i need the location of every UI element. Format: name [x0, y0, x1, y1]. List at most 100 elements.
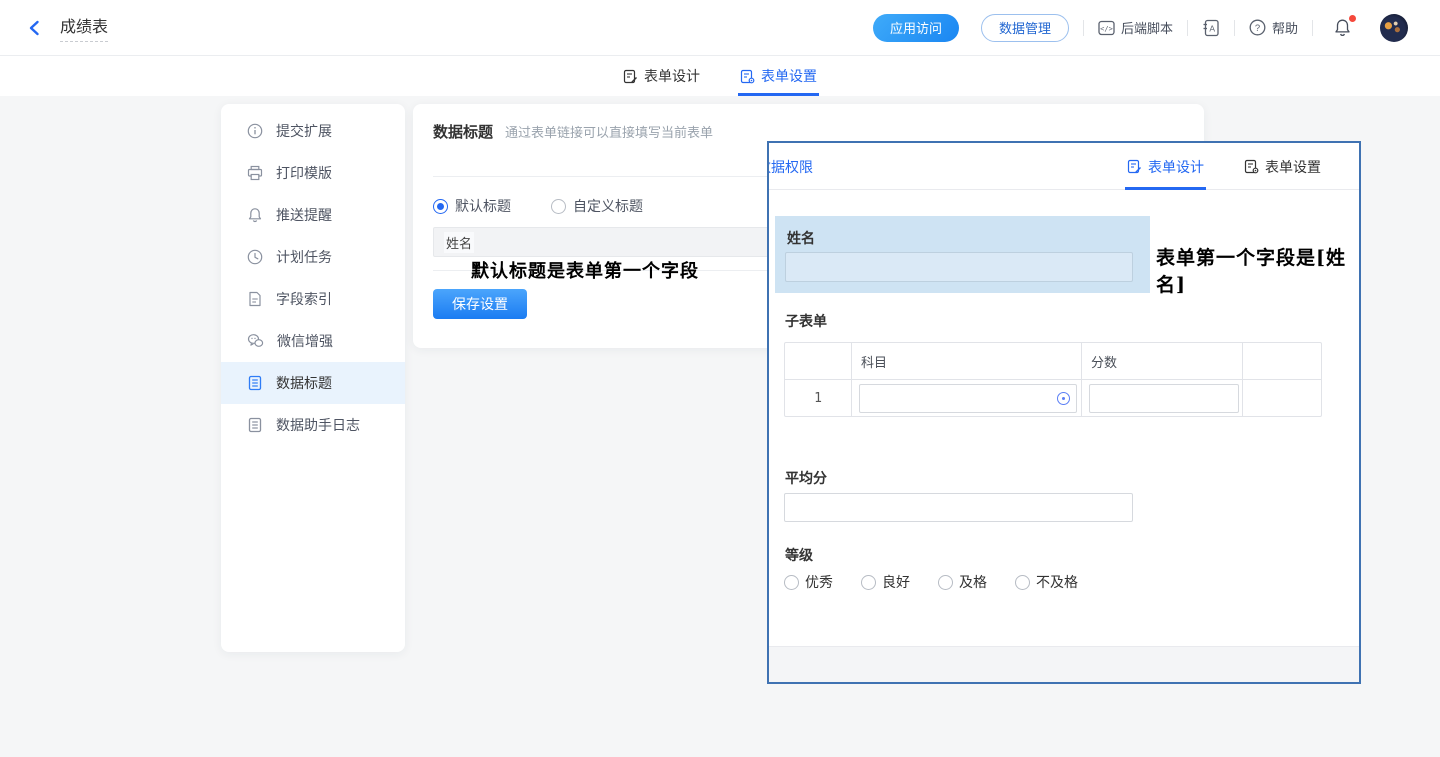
sidebar-item-field-index[interactable]: 字段索引: [221, 278, 405, 320]
info-icon: [247, 123, 263, 139]
radio-unselected-icon: [784, 575, 799, 590]
sidebar-item-label: 数据助手日志: [276, 415, 360, 435]
grade-option-excellent[interactable]: 优秀: [784, 572, 833, 592]
subform-row: 1: [785, 380, 1321, 416]
address-book-button[interactable]: A: [1202, 19, 1220, 37]
svg-text:</>: </>: [1100, 25, 1113, 33]
app-title: 成绩表: [60, 19, 108, 36]
sidebar-item-label: 数据标题: [276, 373, 332, 393]
subform-row-index: 1: [814, 391, 822, 406]
panel-subtitle: 通过表单链接可以直接填写当前表单: [505, 122, 713, 141]
svg-text:?: ?: [1255, 23, 1260, 34]
subform-row-extra: [1243, 380, 1321, 416]
app-title-editable[interactable]: 成绩表: [60, 13, 108, 42]
divider: [1187, 20, 1188, 36]
sidebar-item-label: 提交扩展: [276, 121, 332, 141]
select-option-icon[interactable]: [1057, 392, 1070, 405]
data-permission-link[interactable]: 数据权限: [767, 157, 813, 177]
name-field-label: 姓名: [787, 228, 815, 248]
app-access-button[interactable]: 应用访问: [873, 14, 959, 42]
subform-label: 子表单: [785, 311, 827, 331]
radio-unselected-icon: [551, 199, 566, 214]
average-label: 平均分: [785, 468, 827, 488]
backend-script-label: 后端脚本: [1121, 18, 1173, 37]
file-icon: [247, 291, 263, 307]
radio-custom-title[interactable]: 自定义标题: [551, 196, 643, 216]
settings-sidebar: 提交扩展 打印模版 推送提醒 计划任务 字段索引 微信增强 数据标题: [221, 104, 405, 652]
radio-unselected-icon: [938, 575, 953, 590]
form-preview-overlay: 数据权限 表单设计 表单设置 姓名 表单第一个字段是[姓名] 子表单: [767, 141, 1361, 684]
overlay-footer: [769, 646, 1359, 682]
sidebar-item-data-title[interactable]: 数据标题: [221, 362, 405, 404]
sidebar-item-label: 微信增强: [277, 331, 333, 351]
radio-default-title[interactable]: 默认标题: [433, 196, 511, 216]
name-field-highlight[interactable]: 姓名: [775, 216, 1150, 293]
doc-pencil-icon: [623, 69, 638, 84]
overlay-header: 数据权限 表单设计 表单设置: [769, 143, 1359, 190]
sidebar-item-print-template[interactable]: 打印模版: [221, 152, 405, 194]
back-button[interactable]: [26, 18, 46, 38]
radio-unselected-icon: [1015, 575, 1030, 590]
form-tab-bar: 表单设计 表单设置: [0, 56, 1440, 96]
sidebar-item-label: 字段索引: [276, 289, 332, 309]
name-field-input[interactable]: [785, 252, 1133, 282]
sidebar-item-submit-extension[interactable]: 提交扩展: [221, 110, 405, 152]
overlay-tab-form-design[interactable]: 表单设计: [1127, 143, 1204, 190]
question-icon: ?: [1249, 19, 1266, 36]
tab-form-design[interactable]: 表单设计: [623, 56, 700, 96]
user-avatar[interactable]: [1380, 14, 1408, 42]
divider: [1312, 20, 1313, 36]
subform-table: 科目 分数 1: [784, 342, 1322, 417]
backend-script-button[interactable]: </> 后端脚本: [1098, 18, 1173, 37]
overlay-tab-form-design-label: 表单设计: [1148, 157, 1204, 177]
top-bar: 成绩表 应用访问 数据管理 </> 后端脚本 A ? 帮助: [0, 0, 1440, 56]
data-manage-button[interactable]: 数据管理: [981, 14, 1069, 42]
bell-icon: [247, 207, 263, 223]
save-settings-button[interactable]: 保存设置: [433, 289, 527, 319]
list-doc-icon: [247, 417, 263, 433]
grade-option-label: 优秀: [805, 572, 833, 592]
printer-icon: [247, 165, 263, 181]
overlay-tab-form-settings[interactable]: 表单设置: [1244, 143, 1321, 190]
grade-option-label: 良好: [882, 572, 910, 592]
sidebar-item-data-assistant-log[interactable]: 数据助手日志: [221, 404, 405, 446]
tab-form-settings-label: 表单设置: [761, 66, 817, 86]
notification-dot: [1349, 15, 1356, 22]
subform-header-score: 分数: [1082, 343, 1243, 379]
code-icon: </>: [1098, 20, 1115, 36]
help-label: 帮助: [1272, 18, 1298, 37]
wechat-icon: [247, 333, 264, 349]
grade-option-fail[interactable]: 不及格: [1015, 572, 1078, 592]
subject-input[interactable]: [859, 384, 1077, 413]
doc-gear-icon: [1244, 159, 1259, 174]
grade-option-pass[interactable]: 及格: [938, 572, 987, 592]
sidebar-item-scheduled-task[interactable]: 计划任务: [221, 236, 405, 278]
sidebar-item-label: 推送提醒: [276, 205, 332, 225]
sidebar-item-label: 打印模版: [276, 163, 332, 183]
title-field-value: 姓名: [444, 232, 474, 253]
grade-option-good[interactable]: 良好: [861, 572, 910, 592]
score-input[interactable]: [1089, 384, 1239, 413]
help-button[interactable]: ? 帮助: [1249, 18, 1298, 37]
annotation-default-title: 默认标题是表单第一个字段: [471, 257, 699, 283]
annotation-first-field: 表单第一个字段是[姓名]: [1156, 243, 1359, 297]
doc-pencil-icon: [1127, 159, 1142, 174]
tab-form-design-label: 表单设计: [644, 66, 700, 86]
average-input[interactable]: [784, 493, 1133, 522]
divider: [1234, 20, 1235, 36]
panel-title: 数据标题: [433, 121, 493, 142]
grade-option-label: 及格: [959, 572, 987, 592]
overlay-form-body: 姓名 表单第一个字段是[姓名] 子表单 科目 分数 1: [769, 191, 1359, 646]
tab-form-settings[interactable]: 表单设置: [740, 56, 817, 96]
notification-bell-button[interactable]: [1333, 18, 1352, 37]
sidebar-item-wechat-enhance[interactable]: 微信增强: [221, 320, 405, 362]
grade-options: 优秀 良好 及格 不及格: [784, 572, 1078, 592]
sidebar-item-push-reminder[interactable]: 推送提醒: [221, 194, 405, 236]
divider: [1083, 20, 1084, 36]
list-doc-icon: [247, 375, 263, 391]
radio-unselected-icon: [861, 575, 876, 590]
grade-label: 等级: [785, 545, 813, 565]
subform-header-subject: 科目: [852, 343, 1082, 379]
radio-custom-title-label: 自定义标题: [573, 196, 643, 216]
radio-selected-icon: [433, 199, 448, 214]
